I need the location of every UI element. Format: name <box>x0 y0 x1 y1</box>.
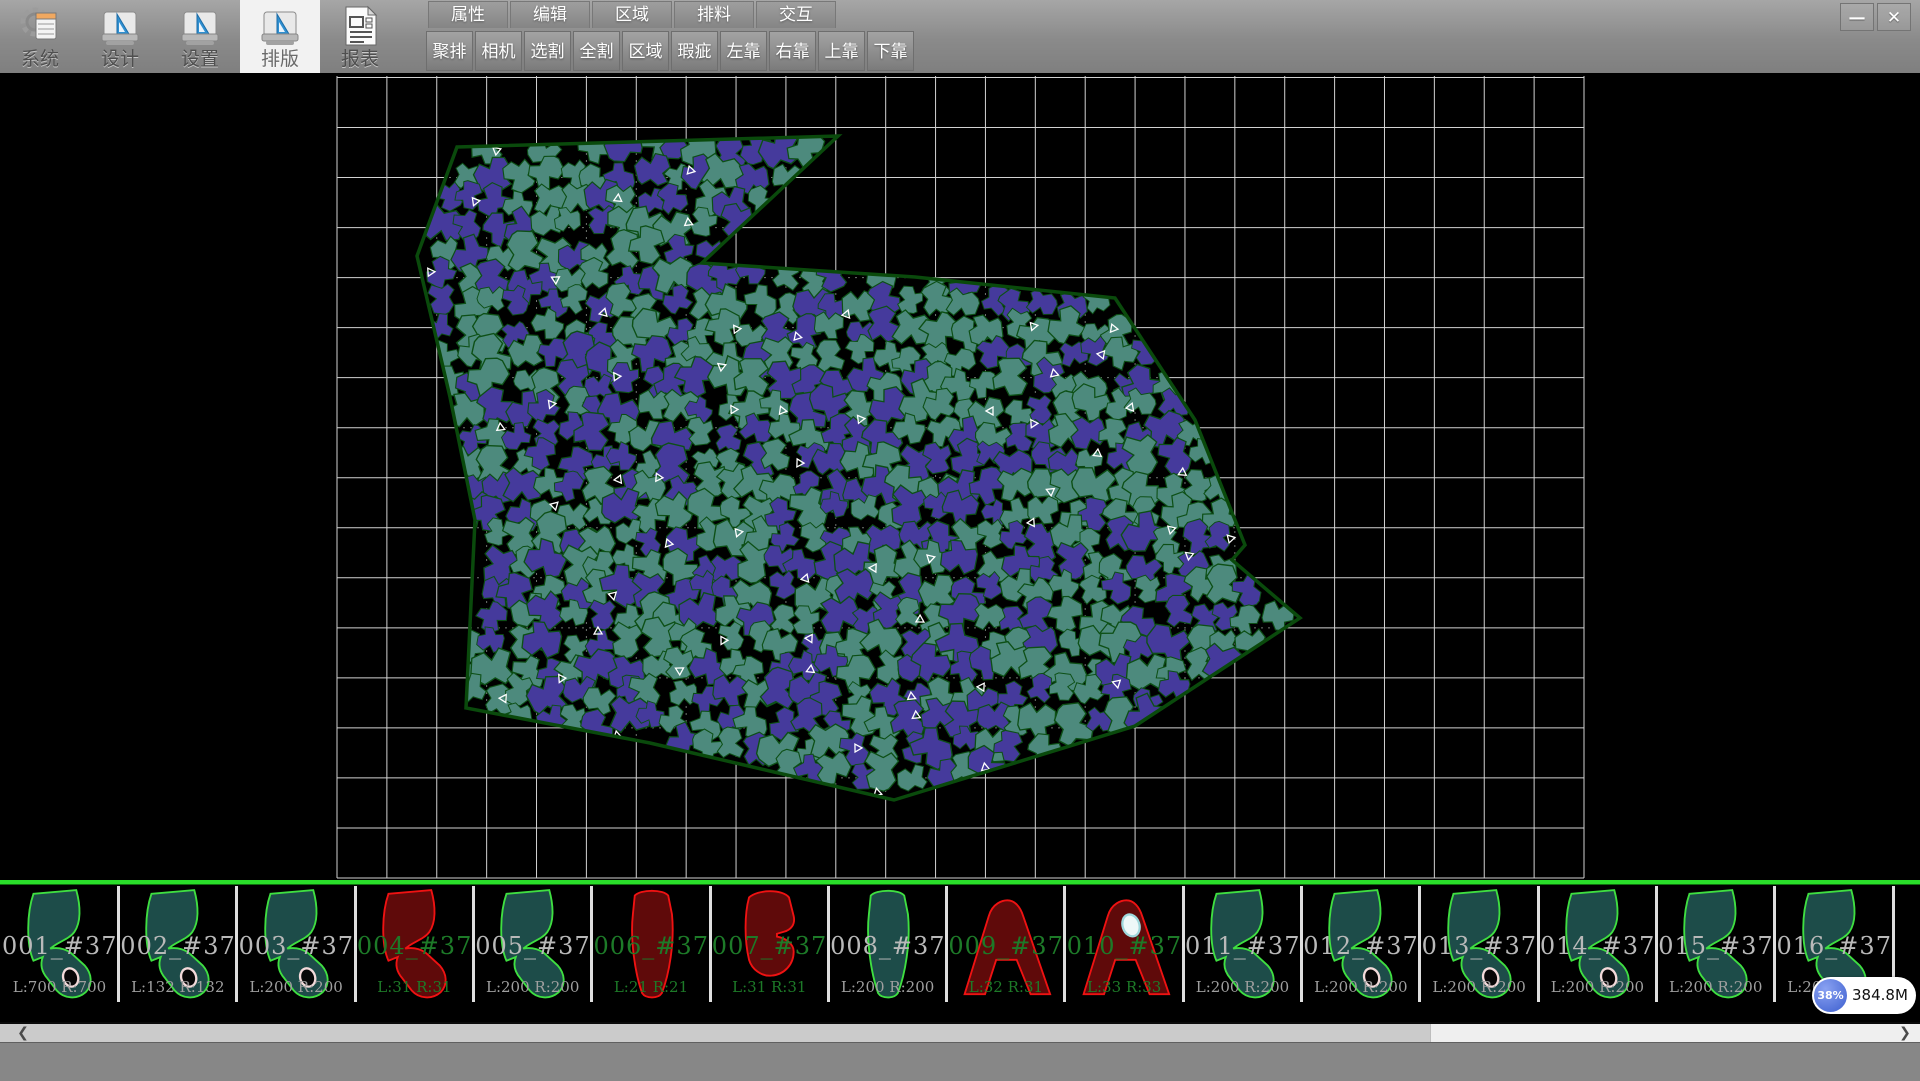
piece-lr-label: L:21 R:21 <box>594 978 709 996</box>
tool-button-2[interactable]: 相机 <box>475 31 522 71</box>
status-badge: 38% 384.8M <box>1812 977 1916 1014</box>
piece-lr-label: L:200 R:200 <box>1658 978 1773 996</box>
piece-id-label: 011_#37 <box>1185 932 1300 960</box>
main-button-2[interactable]: 设计 <box>80 0 160 73</box>
piece-thumbnail-9[interactable]: 009_#37 L:32 R:31 <box>948 886 1063 1002</box>
menu-tab-5[interactable]: 交互 <box>756 1 836 28</box>
minimize-button[interactable]: — <box>1840 3 1874 31</box>
piece-lr-label: L:200 R:200 <box>1540 978 1655 996</box>
main-button-label: 系统 <box>0 48 80 70</box>
piece-thumbnail-2[interactable]: 002_#37 L:132 R:132 <box>120 886 235 1002</box>
tool-button-10[interactable]: 下靠 <box>867 31 914 71</box>
piece-lr-label: L:33 R:33 <box>1067 978 1182 996</box>
piece-id-label: 010_#37 <box>1067 932 1182 960</box>
piece-thumbnail-14[interactable]: 014_#37 L:200 R:200 <box>1540 886 1655 1002</box>
main-button-3[interactable]: 设置 <box>160 0 240 73</box>
piece-id-label: 0 <box>1895 932 1920 960</box>
piece-thumbnail-8[interactable]: 008_#37 L:200 R:200 <box>830 886 945 1002</box>
tool-button-8[interactable]: 右靠 <box>769 31 816 71</box>
piece-thumbnail-3[interactable]: 003_#37 L:200 R:200 <box>239 886 354 1002</box>
main-button-label: 报表 <box>320 48 400 70</box>
tool-button-7[interactable]: 左靠 <box>720 31 767 71</box>
piece-lr-label: L:200 R:200 <box>239 978 354 996</box>
piece-lr-label: L:700 R:700 <box>2 978 117 996</box>
menu-tab-4[interactable]: 排料 <box>674 1 754 28</box>
piece-id-label: 008_#37 <box>830 932 945 960</box>
piece-id-label: 013_#37 <box>1422 932 1537 960</box>
piece-lr-label: L:200 R:200 <box>475 978 590 996</box>
piece-id-label: 012_#37 <box>1303 932 1418 960</box>
piece-id-label: 001_#37 <box>2 932 117 960</box>
close-button[interactable]: ✕ <box>1877 3 1911 31</box>
piece-id-label: 005_#37 <box>475 932 590 960</box>
main-button-1[interactable]: 系统 <box>0 0 80 73</box>
main-button-5[interactable]: 报表 <box>320 0 400 73</box>
menu-tab-3[interactable]: 区域 <box>592 1 672 28</box>
piece-thumbnail-4[interactable]: 004_#37 L:31 R:31 <box>357 886 472 1002</box>
menu-tab-2[interactable]: 编辑 <box>510 1 590 28</box>
piece-thumbnail-7[interactable]: 007_#37 L:31 R:31 <box>712 886 827 1002</box>
tool-button-4[interactable]: 全割 <box>573 31 620 71</box>
piece-lr-label: L:200 R:200 <box>830 978 945 996</box>
scrollbar-thumb[interactable] <box>46 1024 1431 1042</box>
piece-id-label: 003_#37 <box>239 932 354 960</box>
settings-ruler-icon <box>178 4 222 48</box>
piece-thumbnail-1[interactable]: 001_#37 L:700 R:700 <box>2 886 117 1002</box>
main-button-label: 设置 <box>160 48 240 70</box>
piece-thumbnail-13[interactable]: 013_#37 L:200 R:200 <box>1422 886 1537 1002</box>
horizontal-scrollbar[interactable]: ❮ ❯ <box>0 1022 1920 1042</box>
piece-lr-label: L:200 R:200 <box>1422 978 1537 996</box>
tool-button-9[interactable]: 上靠 <box>818 31 865 71</box>
piece-lr-label: L:32 R:31 <box>948 978 1063 996</box>
piece-id-label: 006_#37 <box>594 932 709 960</box>
piece-id-label: 007_#37 <box>712 932 827 960</box>
piece-id-label: 016_#37 <box>1777 932 1892 960</box>
piece-id-label: 002_#37 <box>120 932 235 960</box>
piece-lr-label: L:31 R:31 <box>357 978 472 996</box>
piece-thumbnail-10[interactable]: 010_#37 L:33 R:33 <box>1067 886 1182 1002</box>
main-button-label: 排版 <box>240 48 320 70</box>
status-bar <box>0 1042 1920 1081</box>
piece-lr-label: L:200 R:200 <box>1185 978 1300 996</box>
piece-thumbnail-15[interactable]: 015_#37 L:200 R:200 <box>1658 886 1773 1002</box>
piece-thumbnail-11[interactable]: 011_#37 L:200 R:200 <box>1185 886 1300 1002</box>
piece-id-label: 004_#37 <box>357 932 472 960</box>
nesting-canvas-svg <box>0 73 1920 880</box>
scroll-right-arrow-icon[interactable]: ❯ <box>1890 1024 1920 1042</box>
system-gear-icon <box>18 4 62 48</box>
strip-top-green-line2 <box>0 884 1920 885</box>
piece-lr-label: L:31 R:31 <box>712 978 827 996</box>
nesting-canvas[interactable] <box>0 73 1920 880</box>
piece-lr-label: L:200 R:200 <box>1303 978 1418 996</box>
piece-thumbnail-12[interactable]: 012_#37 L:200 R:200 <box>1303 886 1418 1002</box>
piece-id-label: 014_#37 <box>1540 932 1655 960</box>
design-ruler-icon <box>98 4 142 48</box>
percent-badge: 38% <box>1814 979 1847 1012</box>
ribbon-toolbar: 系统设计设置排版报表 属性编辑区域排料交互 聚排相机选割全割区域瑕疵左靠右靠上靠… <box>0 0 1920 74</box>
tool-button-1[interactable]: 聚排 <box>426 31 473 71</box>
tool-button-6[interactable]: 瑕疵 <box>671 31 718 71</box>
piece-thumbnail-strip: 001_#37 L:700 R:700002_#37 L:132 R:132003_… <box>0 880 1920 1022</box>
piece-lr-label: L:132 R:132 <box>120 978 235 996</box>
memory-value: 384.8M <box>1852 977 1908 1014</box>
main-button-label: 设计 <box>80 48 160 70</box>
nesting-ruler-icon <box>258 4 302 48</box>
tool-button-5[interactable]: 区域 <box>622 31 669 71</box>
menu-tab-1[interactable]: 属性 <box>428 1 508 28</box>
piece-thumbnail-6[interactable]: 006_#37 L:21 R:21 <box>594 886 709 1002</box>
piece-id-label: 015_#37 <box>1658 932 1773 960</box>
piece-id-label: 009_#37 <box>948 932 1063 960</box>
tool-button-3[interactable]: 选割 <box>524 31 571 71</box>
main-button-4[interactable]: 排版 <box>240 0 320 73</box>
report-document-icon <box>338 4 382 48</box>
piece-thumbnail-5[interactable]: 005_#37 L:200 R:200 <box>475 886 590 1002</box>
scroll-left-arrow-icon[interactable]: ❮ <box>0 1024 46 1042</box>
